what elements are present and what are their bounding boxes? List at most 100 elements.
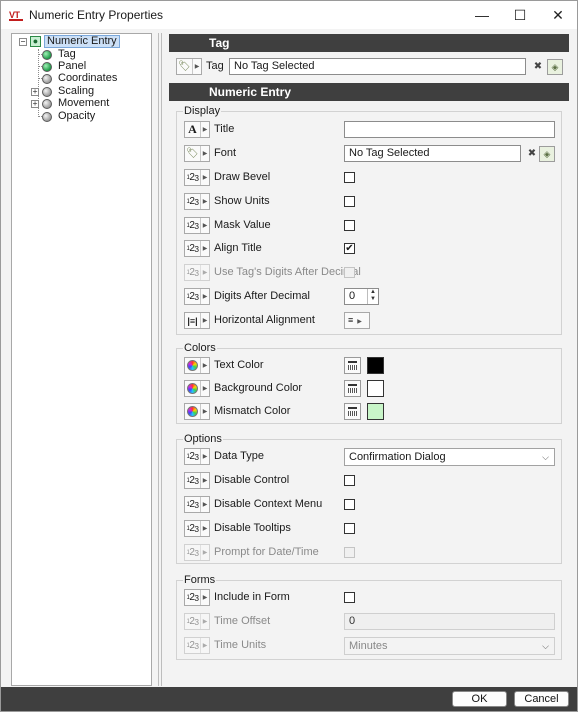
color-picker-icon[interactable]	[344, 403, 361, 420]
numeric-icon: 123	[185, 265, 201, 280]
mismatch-color-type-button[interactable]: ▶	[184, 403, 210, 420]
browse-font-icon[interactable]: ◈	[539, 146, 555, 162]
status-dot-icon	[42, 86, 52, 97]
background-color-type-button[interactable]: ▶	[184, 380, 210, 397]
tag-label: Tag	[206, 60, 224, 72]
draw-bevel-row: 1 2 3 ▶ Draw Bevel	[177, 168, 563, 188]
background-color-swatch[interactable]	[367, 380, 384, 397]
tag-value-field[interactable]: No Tag Selected	[229, 58, 526, 75]
disable-control-type-button[interactable]: 1 2 3 ▶	[184, 472, 210, 489]
arrow-right-icon: ▶	[202, 318, 208, 324]
show-units-type-button[interactable]: 1 2 3 ▶	[184, 193, 210, 210]
tag-icon: 🏷	[177, 59, 193, 74]
time-units-label: Time Units	[214, 639, 267, 651]
time-offset-field: 0	[344, 613, 555, 630]
disable-context-menu-checkbox[interactable]	[344, 499, 355, 510]
tree-item-opacity[interactable]: Opacity	[42, 110, 98, 123]
show-units-label: Show Units	[214, 195, 270, 207]
data-type-select[interactable]: Confirmation Dialog ⌵	[344, 448, 555, 466]
disable-tooltips-label: Disable Tooltips	[214, 522, 291, 534]
color-picker-icon[interactable]	[344, 357, 361, 374]
use-tag-digits-type-button: 1 2 3 ▶	[184, 264, 210, 281]
prompt-date-time-row: 1 2 3 ▶ Prompt for Date/Time	[177, 543, 563, 563]
font-type-button[interactable]: 🏷 ▶	[184, 145, 210, 162]
text-color-type-button[interactable]: ▶	[184, 357, 210, 374]
minimize-button[interactable]: —	[463, 1, 501, 29]
tag-icon: 🏷	[185, 146, 201, 161]
tree-item-numeric-entry[interactable]: − ● Numeric Entry	[19, 35, 120, 48]
color-wheel-icon	[185, 381, 201, 396]
arrow-right-icon: ▶	[202, 478, 208, 484]
disable-control-row: 1 2 3 ▶ Disable Control	[177, 471, 563, 491]
disable-tooltips-checkbox[interactable]	[344, 523, 355, 534]
colors-group-title: Colors	[183, 342, 217, 354]
color-picker-icon[interactable]	[344, 380, 361, 397]
tree-item-label: Opacity	[58, 110, 96, 122]
browse-tag-icon[interactable]: ◈	[547, 59, 563, 75]
data-type-value: Confirmation Dialog	[349, 451, 446, 463]
disable-tooltips-type-button[interactable]: 1 2 3 ▶	[184, 520, 210, 537]
cancel-button[interactable]: Cancel	[514, 691, 569, 707]
arrow-right-icon: ▶	[194, 64, 200, 70]
text-color-swatch[interactable]	[367, 357, 384, 374]
app-logo-icon: VT	[9, 10, 23, 21]
include-in-form-checkbox[interactable]	[344, 592, 355, 603]
mask-value-row: 1 2 3 ▶ Mask Value	[177, 216, 563, 236]
numeric-icon: 123	[185, 289, 201, 304]
tree-item-label: Tag	[58, 48, 76, 60]
expand-icon[interactable]: +	[31, 87, 39, 96]
mask-value-type-button[interactable]: 1 2 3 ▶	[184, 217, 210, 234]
clear-font-icon[interactable]: ✖	[524, 146, 540, 162]
digits-after-decimal-stepper[interactable]: 0 ▲ ▼	[344, 288, 379, 305]
window-controls: — ☐ ✕	[463, 1, 577, 29]
prompt-date-time-checkbox	[344, 547, 355, 558]
arrow-right-icon: ▶	[202, 550, 208, 556]
data-type-type-button[interactable]: 1 2 3 ▶	[184, 448, 210, 465]
mismatch-color-swatch[interactable]	[367, 403, 384, 420]
ok-button[interactable]: OK	[452, 691, 507, 707]
status-dot-icon	[42, 111, 52, 122]
draw-bevel-type-button[interactable]: 1 2 3 ▶	[184, 169, 210, 186]
forms-group-title: Forms	[183, 574, 217, 586]
font-row: 🏷 ▶ Font No Tag Selected ✖ ◈	[177, 144, 563, 164]
disable-context-menu-type-button[interactable]: 1 2 3 ▶	[184, 496, 210, 513]
align-title-row: 1 2 3 ▶ Align Title ✔	[177, 239, 563, 259]
panel-splitter[interactable]	[158, 33, 162, 686]
digits-type-button[interactable]: 1 2 3 ▶	[184, 288, 210, 305]
clear-tag-icon[interactable]: ✖	[530, 59, 546, 75]
show-units-checkbox[interactable]	[344, 196, 355, 207]
tag-type-button[interactable]: 🏷 ▶	[176, 58, 202, 75]
align-title-type-button[interactable]: 1 2 3 ▶	[184, 240, 210, 257]
tree-item-coordinates[interactable]: Coordinates	[42, 72, 120, 85]
tree-item-label: Numeric Entry	[44, 35, 120, 48]
mismatch-color-row: ▶ Mismatch Color	[177, 402, 563, 422]
expand-icon[interactable]: +	[31, 99, 39, 108]
numeric-icon: 123	[185, 638, 201, 653]
prompt-date-time-label: Prompt for Date/Time	[214, 546, 319, 558]
spin-arrows-icon[interactable]: ▲ ▼	[367, 289, 378, 304]
alignment-type-button[interactable]: |≡| ▶	[184, 312, 210, 329]
mask-value-checkbox[interactable]	[344, 220, 355, 231]
title-input[interactable]	[344, 121, 555, 138]
digits-after-decimal-label: Digits After Decimal	[214, 290, 310, 302]
tree-item-movement[interactable]: + Movement	[31, 97, 112, 110]
align-title-checkbox[interactable]: ✔	[344, 243, 355, 254]
use-tag-digits-checkbox	[344, 267, 355, 278]
data-type-row: 1 2 3 ▶ Data Type Confirmation Dialog ⌵	[177, 447, 563, 467]
time-offset-row: 1 2 3 ▶ Time Offset 0	[177, 612, 563, 632]
time-units-row: 1 2 3 ▶ Time Units Minutes ⌵	[177, 636, 563, 656]
horizontal-alignment-dropdown[interactable]: ≡ ▶	[344, 312, 370, 329]
include-in-form-type-button[interactable]: 1 2 3 ▶	[184, 589, 210, 606]
font-value-field[interactable]: No Tag Selected	[344, 145, 521, 162]
time-offset-type-button: 1 2 3 ▶	[184, 613, 210, 630]
collapse-icon[interactable]: −	[19, 37, 27, 46]
status-dot-icon	[42, 61, 52, 72]
title-type-button[interactable]: A ▶	[184, 121, 210, 138]
disable-control-checkbox[interactable]	[344, 475, 355, 486]
draw-bevel-checkbox[interactable]	[344, 172, 355, 183]
options-group-title: Options	[183, 433, 223, 445]
maximize-button[interactable]: ☐	[501, 1, 539, 29]
arrow-right-icon: ▶	[202, 294, 208, 300]
close-button[interactable]: ✕	[539, 1, 577, 29]
digits-after-decimal-row: 1 2 3 ▶ Digits After Decimal 0 ▲ ▼	[177, 287, 563, 307]
